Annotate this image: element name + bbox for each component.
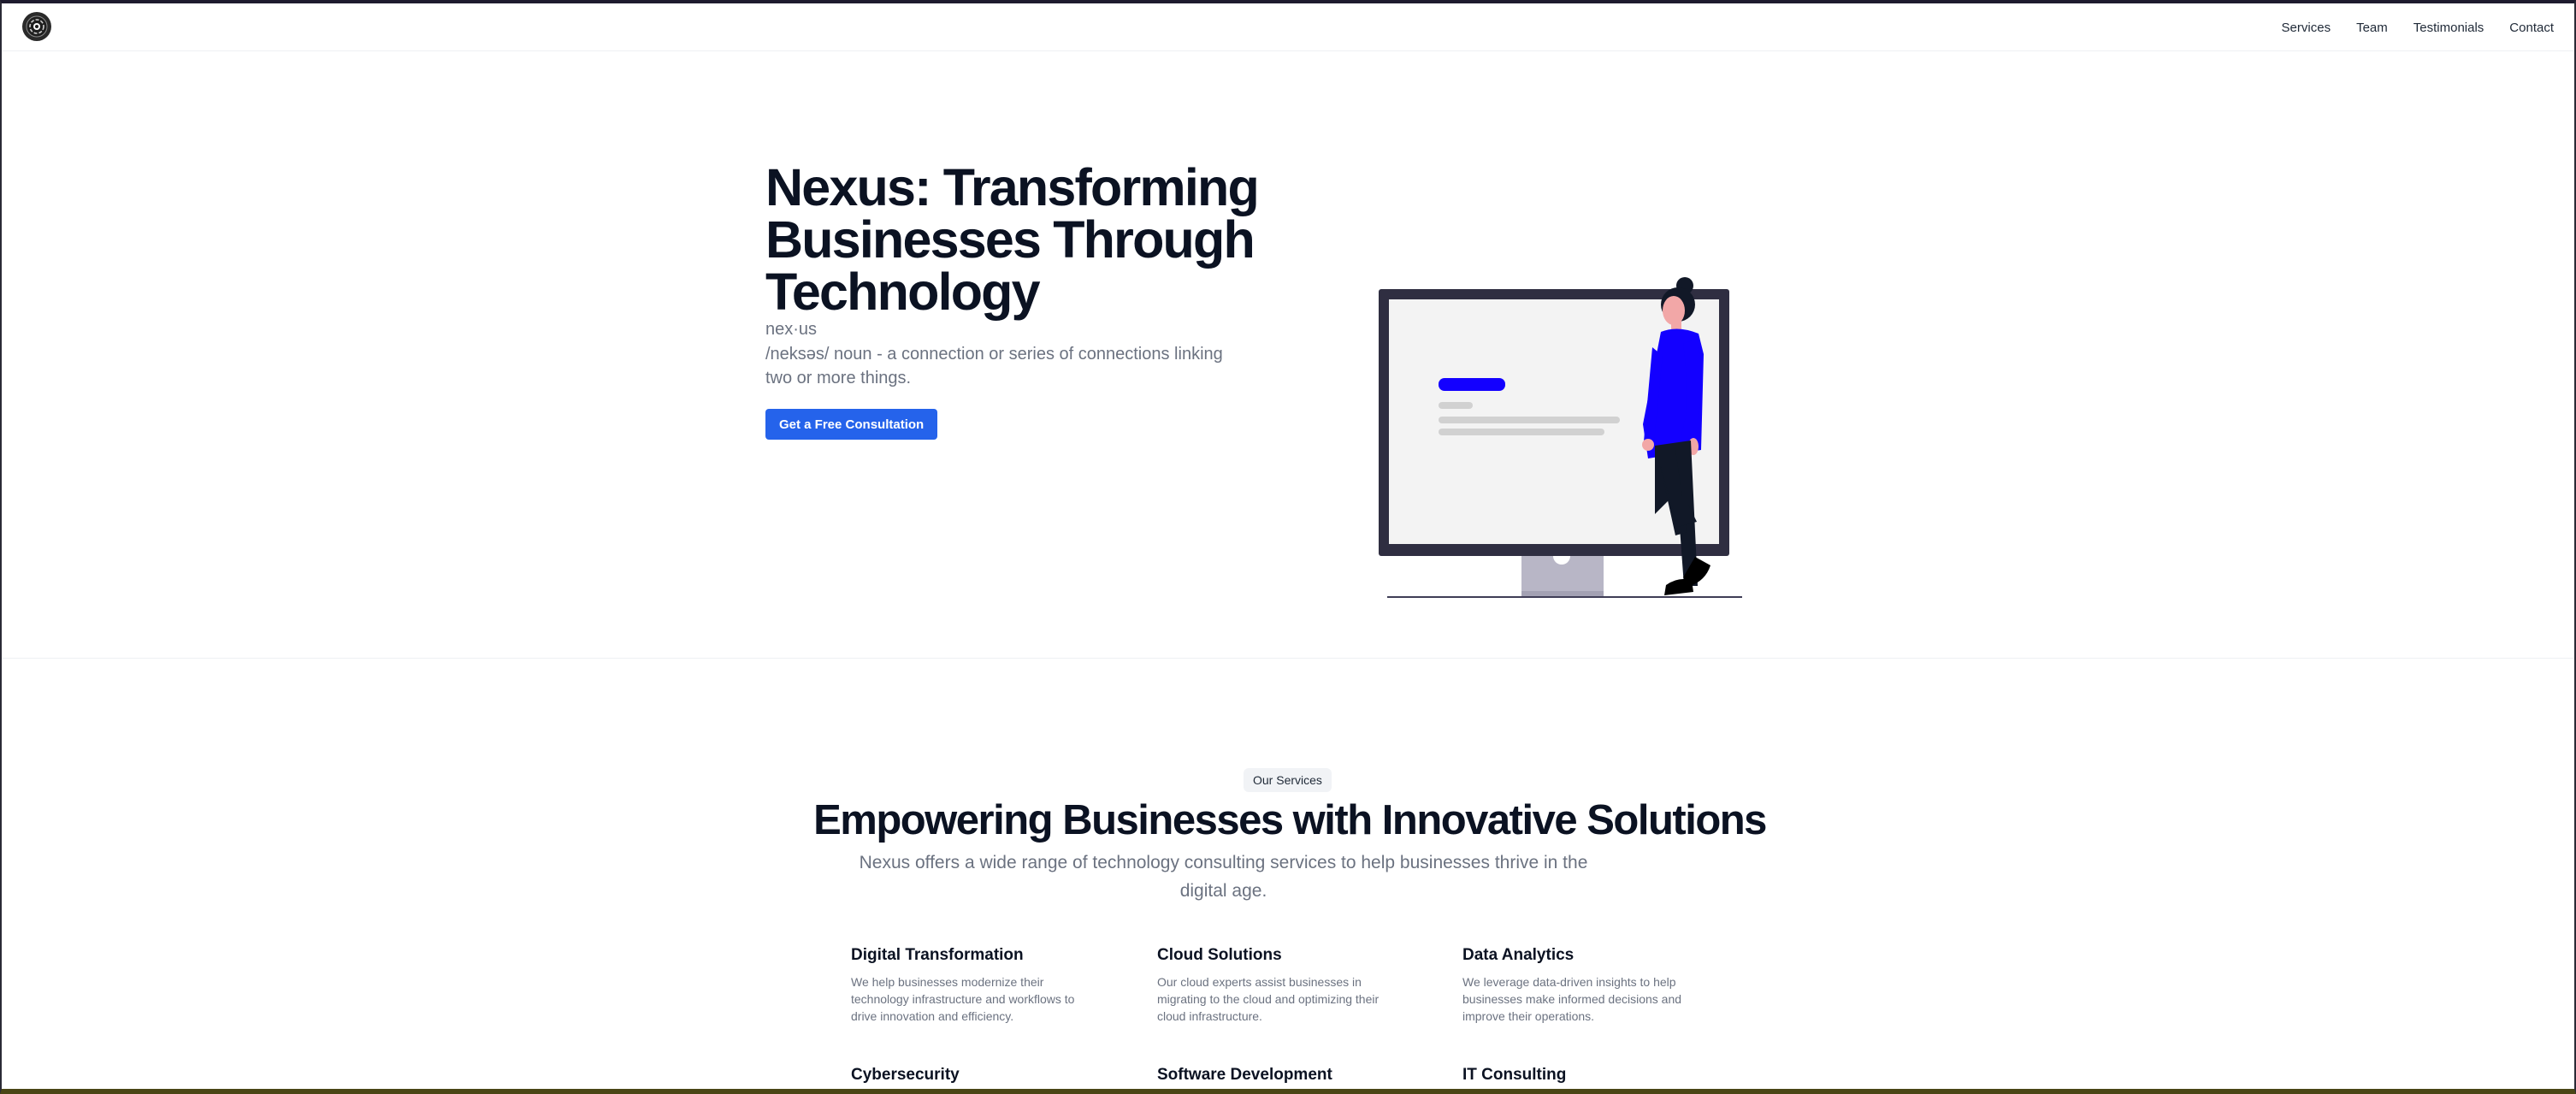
hero-word: nex·us [765, 320, 818, 339]
nexus-logo-icon[interactable] [22, 12, 51, 41]
hero-section: Nexus: Transforming Businesses Through T… [2, 51, 2574, 659]
service-card-text: We help businesses modernize their techn… [851, 975, 1075, 1023]
service-card-title: Data Analytics [1462, 946, 1575, 964]
top-navbar: Services Team Testimonials Contact [2, 3, 2574, 51]
nav-link-services[interactable]: Services [2282, 21, 2331, 35]
service-card-title: Cloud Solutions [1157, 946, 1282, 964]
service-card-cloud-solutions: Cloud Solutions Our cloud experts assist… [1157, 944, 1414, 1025]
services-subtitle: Nexus offers a wide range of technology … [859, 853, 1588, 901]
service-card-text: We leverage data-driven insights to help… [1462, 975, 1682, 1023]
hero-title: Nexus: Transforming Businesses Through T… [765, 158, 1260, 321]
services-title: Empowering Businesses with Innovative So… [813, 797, 1767, 843]
service-card-text: Our cloud experts assist businesses in m… [1157, 975, 1380, 1023]
hero-definition: /neksəs/ noun - a connection or series o… [765, 345, 1223, 387]
service-card-data-analytics: Data Analytics We leverage data-driven i… [1462, 944, 1719, 1025]
nav-links: Services Team Testimonials Contact [2282, 3, 2554, 51]
services-badge: Our Services [1244, 768, 1332, 792]
person-with-monitor-illustration [1379, 277, 1742, 598]
nav-link-testimonials[interactable]: Testimonials [2414, 21, 2484, 35]
nav-link-contact[interactable]: Contact [2509, 21, 2554, 35]
service-card-title: Cybersecurity [851, 1066, 960, 1084]
nav-link-team[interactable]: Team [2356, 21, 2388, 35]
free-consultation-button[interactable]: Get a Free Consultation [765, 409, 938, 440]
service-card-it-consulting: IT Consulting [1462, 1064, 1719, 1089]
service-card-digital-transformation: Digital Transformation We help businesse… [851, 944, 1108, 1025]
service-card-software-development: Software Development [1157, 1064, 1414, 1089]
service-card-title: Digital Transformation [851, 946, 1024, 964]
service-card-title: IT Consulting [1462, 1066, 1567, 1084]
page-frame: Services Team Testimonials Contact Nexus… [0, 0, 2576, 1094]
service-card-cybersecurity: Cybersecurity [851, 1064, 1108, 1089]
service-card-title: Software Development [1157, 1066, 1332, 1084]
